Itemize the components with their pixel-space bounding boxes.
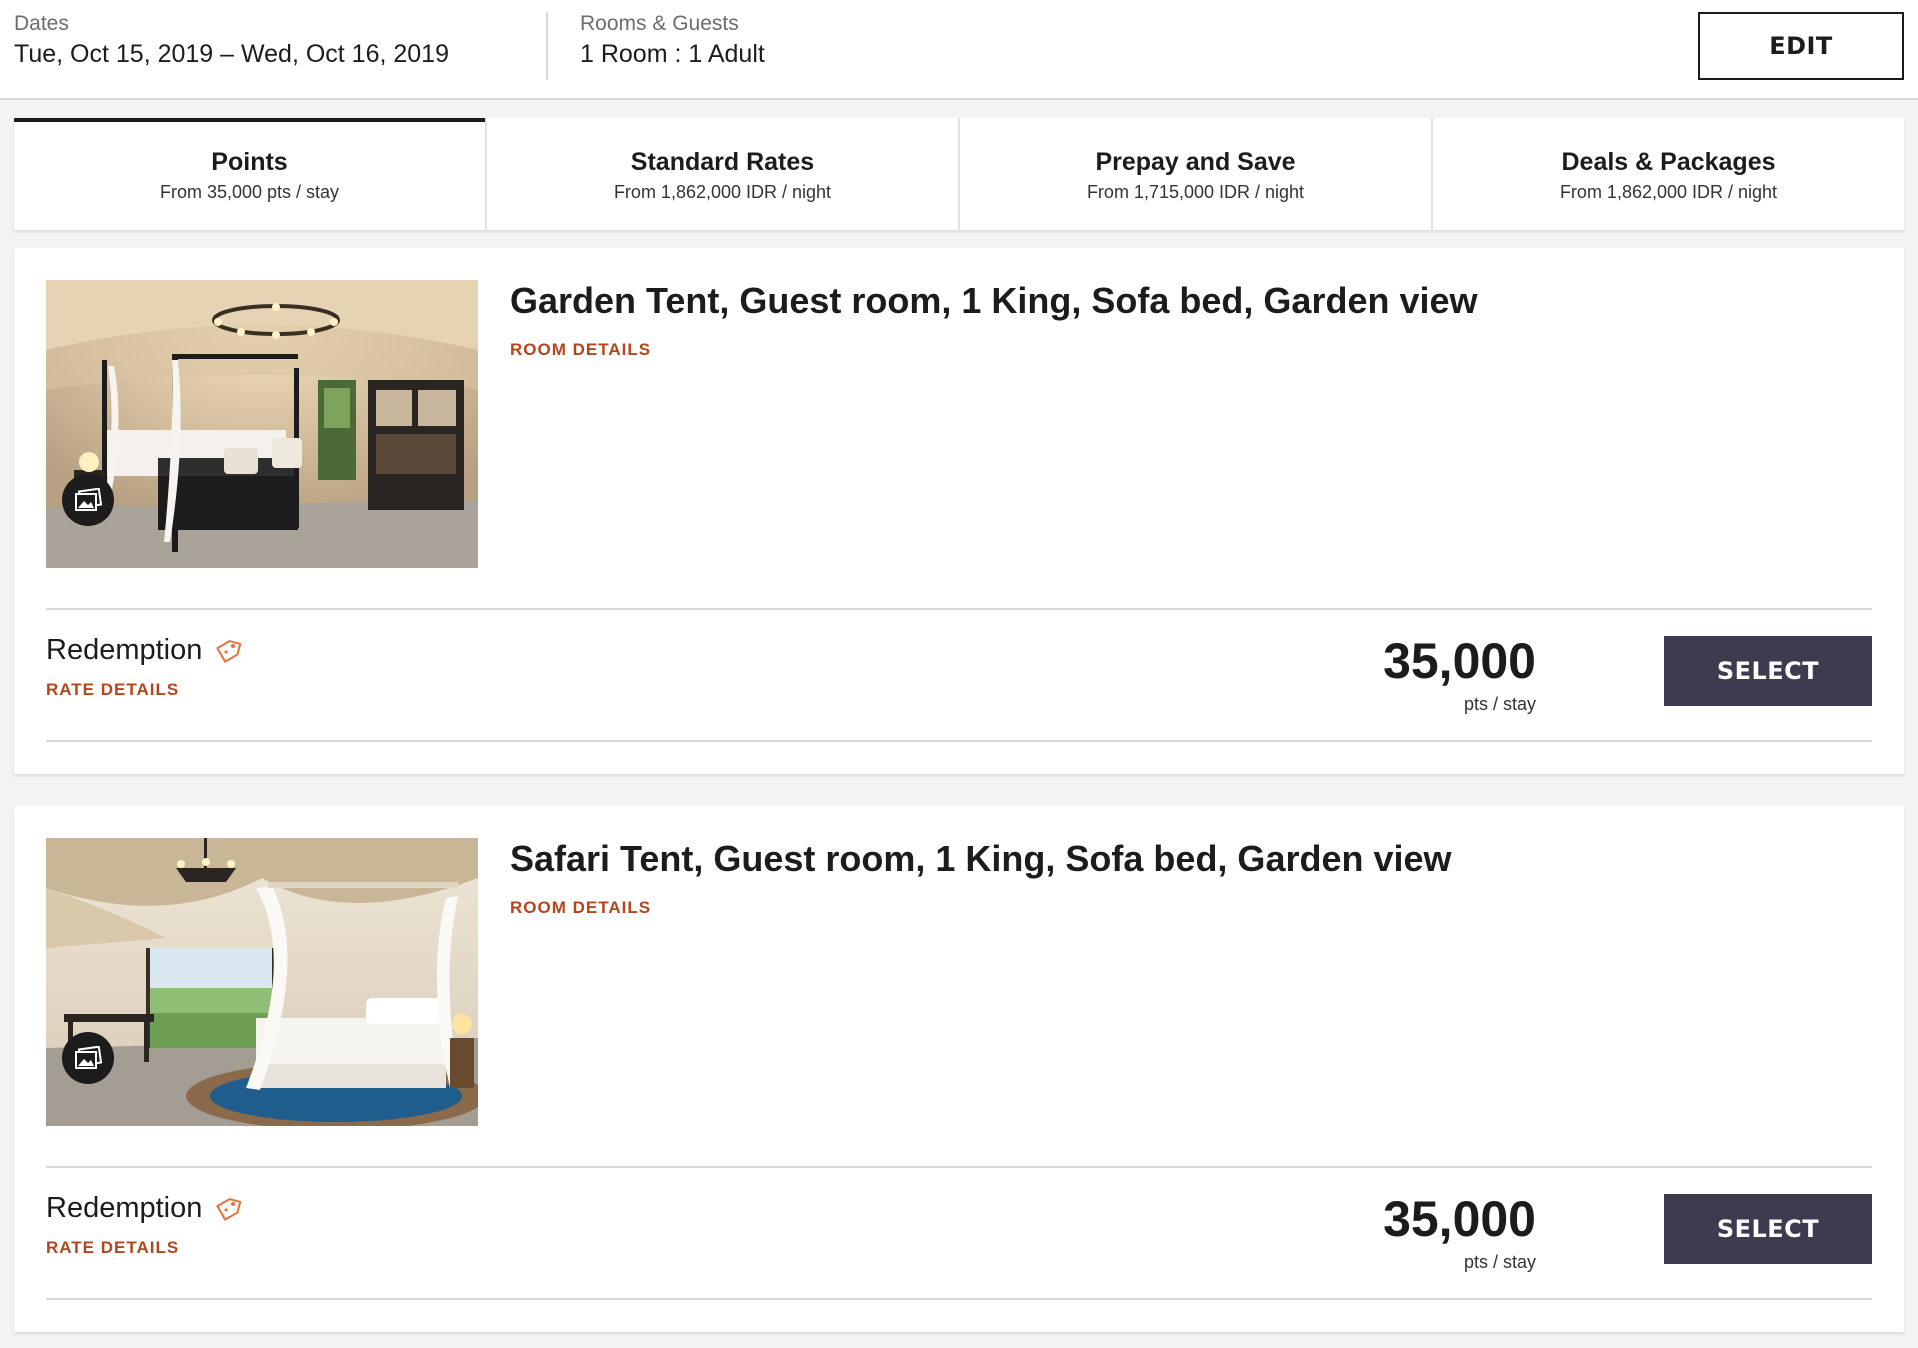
price-unit: pts / stay <box>1463 694 1536 714</box>
tab-deals-and-packages[interactable]: Deals & Packages From 1,862,000 IDR / ni… <box>1433 118 1904 230</box>
tab-title: Standard Rates <box>630 148 815 176</box>
tab-prepay-and-save[interactable]: Prepay and Save From 1,715,000 IDR / nig… <box>960 118 1433 230</box>
rate-details-link[interactable]: RATE DETAILS <box>46 680 179 700</box>
divider <box>46 608 1872 610</box>
room-photo[interactable] <box>46 838 478 1126</box>
rooms-guests-label: Rooms & Guests <box>580 12 739 35</box>
divider <box>46 740 1872 742</box>
gallery-icon <box>75 488 102 511</box>
search-summary-bar: Dates Tue, Oct 15, 2019 – Wed, Oct 16, 2… <box>0 0 1918 100</box>
room-photo-garden-tent <box>46 280 478 568</box>
dates-label: Dates <box>14 12 69 35</box>
tab-title: Points <box>211 148 288 176</box>
tag-icon <box>214 638 242 664</box>
rate-name: Redemption <box>46 634 242 667</box>
price-unit: pts / stay <box>1463 1252 1536 1272</box>
rate-tabs: Points From 35,000 pts / stay Standard R… <box>14 118 1904 230</box>
tab-title: Prepay and Save <box>1095 148 1296 176</box>
tab-title: Deals & Packages <box>1561 148 1776 176</box>
gallery-icon <box>75 1046 102 1069</box>
rooms-guests-value: 1 Room : 1 Adult <box>580 40 765 68</box>
gallery-button[interactable] <box>62 1032 114 1084</box>
room-details-link[interactable]: ROOM DETAILS <box>510 340 651 360</box>
tab-subtitle: From 1,862,000 IDR / night <box>613 182 832 202</box>
select-button[interactable]: SELECT <box>1664 636 1872 706</box>
edit-button[interactable]: EDIT <box>1698 12 1904 80</box>
tag-icon <box>214 1196 242 1222</box>
tab-subtitle: From 1,862,000 IDR / night <box>1559 182 1778 202</box>
room-card: Safari Tent, Guest room, 1 King, Sofa be… <box>14 806 1904 1332</box>
rate-name-label: Redemption <box>46 634 203 666</box>
room-details-link[interactable]: ROOM DETAILS <box>510 898 651 918</box>
dates-value: Tue, Oct 15, 2019 – Wed, Oct 16, 2019 <box>14 40 449 68</box>
tab-standard-rates[interactable]: Standard Rates From 1,862,000 IDR / nigh… <box>487 118 960 230</box>
tab-subtitle: From 35,000 pts / stay <box>159 182 340 202</box>
room-title: Garden Tent, Guest room, 1 King, Sofa be… <box>510 280 1478 321</box>
price-amount: 35,000 <box>1383 1191 1536 1247</box>
divider <box>46 1298 1872 1300</box>
tab-points[interactable]: Points From 35,000 pts / stay <box>14 118 487 230</box>
summary-divider <box>546 12 548 80</box>
rate-name: Redemption <box>46 1192 242 1225</box>
gallery-button[interactable] <box>62 474 114 526</box>
rate-name-label: Redemption <box>46 1192 203 1224</box>
divider <box>46 1166 1872 1168</box>
rate-details-link[interactable]: RATE DETAILS <box>46 1238 179 1258</box>
room-photo[interactable] <box>46 280 478 568</box>
room-card: Garden Tent, Guest room, 1 King, Sofa be… <box>14 248 1904 774</box>
price-amount: 35,000 <box>1383 633 1536 689</box>
tab-subtitle: From 1,715,000 IDR / night <box>1086 182 1305 202</box>
room-title: Safari Tent, Guest room, 1 King, Sofa be… <box>510 838 1452 879</box>
room-photo-safari-tent <box>46 838 478 1126</box>
select-button[interactable]: SELECT <box>1664 1194 1872 1264</box>
